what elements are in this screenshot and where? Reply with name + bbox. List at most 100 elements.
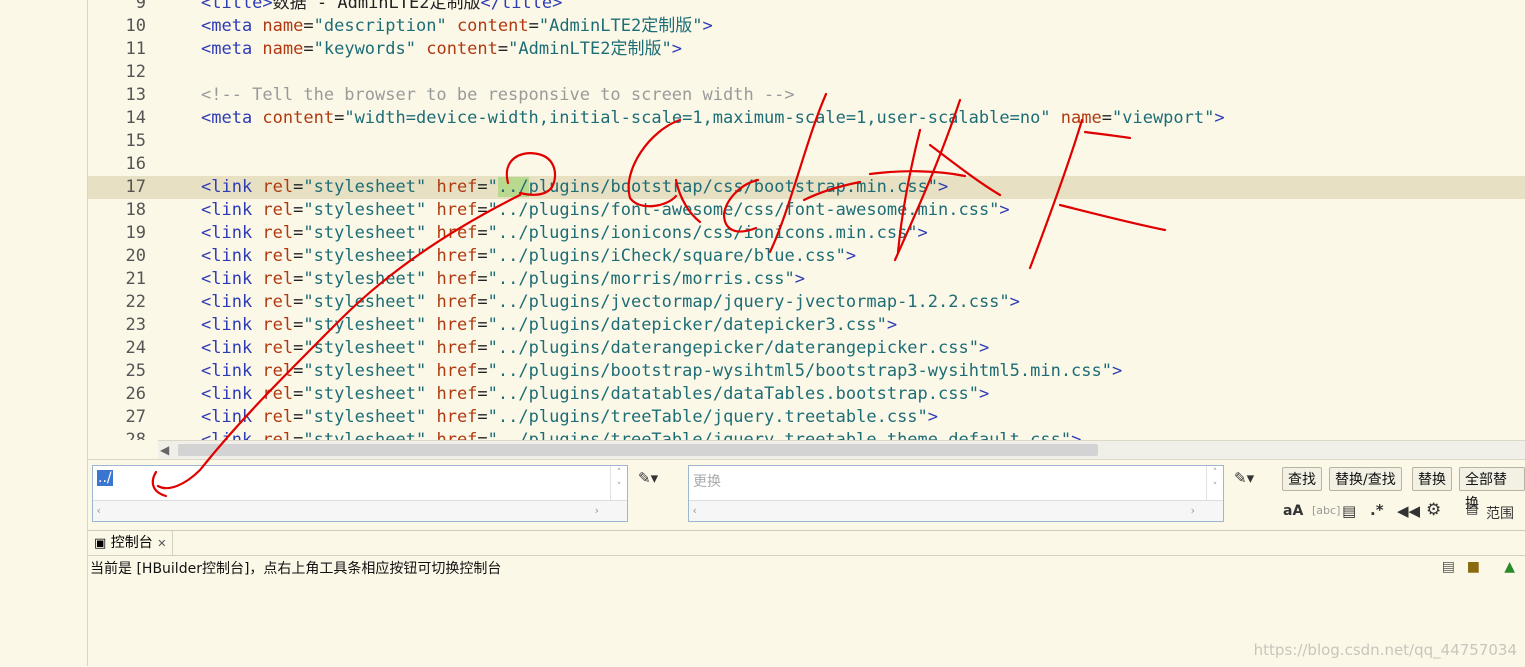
code-editor[interactable]: 9 <title>数据 - AdminLTE2定制版</title> 10 <meta… <box>88 0 1525 440</box>
code-text[interactable]: <link rel="stylesheet" href="../plugins/… <box>201 245 856 268</box>
code-line[interactable]: 24 <link rel="stylesheet" href="../plugin… <box>88 337 1525 360</box>
replace-button[interactable]: 替换 <box>1412 467 1452 491</box>
code-text[interactable]: <link rel="stylesheet" href="../plugins/… <box>201 199 1010 222</box>
code-token: = <box>334 108 345 128</box>
code-token: <link <box>201 292 263 312</box>
code-text[interactable]: <link rel="stylesheet" href="../plugins/… <box>201 360 1122 383</box>
find-input-value[interactable]: ../ <box>97 470 113 486</box>
whole-word-icon[interactable]: [abc] <box>1312 504 1340 517</box>
settings-icon[interactable]: ⚙ <box>1426 500 1441 520</box>
scroll-left-arrow-icon[interactable]: ◀ <box>160 441 169 459</box>
code-line[interactable]: 15 <box>88 130 1525 153</box>
replace-history-icon[interactable]: ✎▾ <box>1234 469 1254 487</box>
code-text[interactable]: <link rel="stylesheet" href="../plugins/… <box>201 406 938 429</box>
line-number: 14 <box>125 108 146 128</box>
line-number: 9 <box>135 0 146 13</box>
code-token: rel <box>262 430 294 440</box>
search-backward-icon[interactable]: ◀◀ <box>1397 502 1420 520</box>
watermark-text: https://blog.csdn.net/qq_44757034 <box>1253 641 1517 659</box>
code-token: = <box>477 269 488 289</box>
in-selection-icon[interactable]: ▤ <box>1342 502 1356 520</box>
replace-all-button[interactable]: 全部替换 <box>1459 467 1525 512</box>
scope-icon[interactable]: ▤ <box>1466 502 1478 517</box>
code-token: <link <box>201 269 263 289</box>
replace-input-vscroll[interactable]: ˄ ˅ <box>1206 466 1223 502</box>
code-text[interactable]: <meta name="description" content="AdminL… <box>201 15 713 38</box>
code-token: = <box>293 200 304 220</box>
code-token: "stylesheet" <box>303 407 427 427</box>
match-case-icon[interactable]: aA <box>1283 503 1303 519</box>
scrollbar-thumb[interactable] <box>178 444 1098 456</box>
tab-console[interactable]: ▣ 控制台 ✕ <box>88 531 174 555</box>
code-line[interactable]: 26 <link rel="stylesheet" href="../plugin… <box>88 383 1525 406</box>
code-token: name <box>1060 108 1102 128</box>
code-line[interactable]: 19 <link rel="stylesheet" href="../plugin… <box>88 222 1525 245</box>
code-token: <link <box>201 177 263 197</box>
code-text[interactable]: <link rel="stylesheet" href="../plugins/… <box>201 337 989 360</box>
code-token: <meta <box>201 108 263 128</box>
code-text[interactable]: <!-- Tell the browser to be responsive t… <box>201 84 795 107</box>
code-token: href <box>436 384 478 404</box>
line-number: 27 <box>125 407 146 427</box>
code-line[interactable]: 18 <link rel="stylesheet" href="../plugin… <box>88 199 1525 222</box>
lock-scroll-icon[interactable]: ■ <box>1467 559 1480 575</box>
code-token: content <box>456 16 529 36</box>
code-line[interactable]: 11 <meta name="keywords" content="AdminLT… <box>88 38 1525 61</box>
code-line[interactable]: 23 <link rel="stylesheet" href="../plugin… <box>88 314 1525 337</box>
code-line[interactable]: 9 <title>数据 - AdminLTE2定制版</title> <box>88 0 1525 15</box>
code-token: content <box>262 108 335 128</box>
clear-console-icon[interactable]: ▤ <box>1442 559 1455 575</box>
code-line[interactable]: 12 <box>88 61 1525 84</box>
code-text[interactable]: <link rel="stylesheet" href="../plugins/… <box>201 176 948 199</box>
code-token: = <box>1101 108 1112 128</box>
code-token: rel <box>262 338 294 358</box>
search-match: ../ <box>497 177 529 197</box>
replace-input-hscroll[interactable]: ‹ › <box>689 500 1223 521</box>
find-button[interactable]: 查找 <box>1282 467 1322 491</box>
code-text[interactable]: <meta content="width=device-width,initia… <box>201 107 1225 130</box>
find-history-icon[interactable]: ✎▾ <box>638 469 658 487</box>
editor-horizontal-scrollbar[interactable]: ◀ <box>158 440 1525 459</box>
find-replace-bar: ../ ˄ ˅ ‹ › ✎▾ 更换 ˄ ˅ ‹ › ✎▾ 查找 替换/查找 替换 全部替… <box>88 459 1525 530</box>
code-line[interactable]: 17 <link rel="stylesheet" href="../plugin… <box>88 176 1525 199</box>
code-line[interactable]: 20 <link rel="stylesheet" href="../plugin… <box>88 245 1525 268</box>
code-line[interactable]: 28 <link rel="stylesheet" href="../plugin… <box>88 429 1525 440</box>
code-text[interactable]: <title>数据 - AdminLTE2定制版</title> <box>201 0 562 15</box>
code-text[interactable]: <link rel="stylesheet" href="../plugins/… <box>201 291 1020 314</box>
code-line[interactable]: 13 <!-- Tell the browser to be responsive… <box>88 84 1525 107</box>
replace-find-button[interactable]: 替换/查找 <box>1329 467 1402 491</box>
code-text[interactable]: <meta name="keywords" content="AdminLTE2… <box>201 38 682 61</box>
find-input[interactable]: ../ ˄ ˅ ‹ › <box>92 465 628 522</box>
open-console-icon[interactable]: ▲ <box>1504 559 1515 575</box>
code-line[interactable]: 21 <link rel="stylesheet" href="../plugin… <box>88 268 1525 291</box>
line-number: 15 <box>125 131 146 151</box>
close-icon[interactable]: ✕ <box>157 537 166 550</box>
code-text[interactable]: <link rel="stylesheet" href="../plugins/… <box>201 268 805 291</box>
find-input-vscroll[interactable]: ˄ ˅ <box>610 466 627 502</box>
code-line[interactable]: 14 <meta content="width=device-width,init… <box>88 107 1525 130</box>
code-token: "../plugins/datepicker/datepicker3.css" <box>487 315 887 335</box>
code-token: = <box>293 223 304 243</box>
code-text[interactable]: <link rel="stylesheet" href="../plugins/… <box>201 314 897 337</box>
code-line[interactable]: 16 <box>88 153 1525 176</box>
code-text[interactable]: <link rel="stylesheet" href="../plugins/… <box>201 429 1081 440</box>
regex-icon[interactable]: .* <box>1370 501 1384 519</box>
code-token: rel <box>262 292 294 312</box>
code-text[interactable]: <link rel="stylesheet" href="../plugins/… <box>201 222 928 245</box>
code-token: > <box>886 315 898 335</box>
code-line[interactable]: 27 <link rel="stylesheet" href="../plugin… <box>88 406 1525 429</box>
code-text[interactable]: <link rel="stylesheet" href="../plugins/… <box>201 383 989 406</box>
code-token: = <box>477 430 488 440</box>
scope-label[interactable]: 范围 <box>1486 503 1514 523</box>
code-token: = <box>528 16 539 36</box>
code-token: rel <box>262 200 294 220</box>
replace-input[interactable]: 更换 ˄ ˅ ‹ › <box>688 465 1224 522</box>
code-line[interactable]: 10 <meta name="description" content="Admi… <box>88 15 1525 38</box>
find-input-hscroll[interactable]: ‹ › <box>93 500 627 521</box>
code-line[interactable]: 22 <link rel="stylesheet" href="../plugin… <box>88 291 1525 314</box>
code-line[interactable]: 25 <link rel="stylesheet" href="../plugin… <box>88 360 1525 383</box>
code-token: <link <box>201 384 263 404</box>
code-token: rel <box>262 223 294 243</box>
code-token: = <box>293 246 304 266</box>
